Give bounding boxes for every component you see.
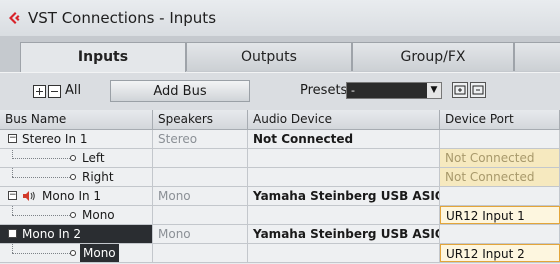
collapse-icon[interactable]: −	[8, 229, 17, 238]
speakers-cell	[153, 168, 248, 186]
table-row[interactable]: Right Not Connected	[0, 168, 560, 187]
table-row[interactable]: Mono UR12 Input 2	[0, 244, 560, 263]
speaker-icon	[23, 191, 35, 201]
remove-preset-button[interactable]	[470, 82, 486, 98]
bus-name-cell: − Stereo In 1	[0, 130, 153, 148]
channel-icon	[70, 155, 76, 161]
bus-name-cell: − Mono In 1	[0, 187, 153, 205]
column-header-speakers[interactable]: Speakers	[153, 110, 248, 129]
all-label: All	[65, 83, 82, 98]
bus-name: Mono In 2	[22, 227, 82, 241]
device-port-cell[interactable]: UR12 Input 2	[440, 244, 560, 262]
tree-connector	[12, 244, 13, 253]
tree-connector	[12, 215, 70, 216]
bus-name-cell: − Mono In 2	[0, 225, 153, 243]
speakers-cell: Mono	[153, 225, 248, 243]
column-header-bus-name[interactable]: Bus Name	[0, 110, 153, 129]
collapse-icon[interactable]: −	[8, 134, 17, 143]
column-header-audio-device[interactable]: Audio Device	[248, 110, 440, 129]
tree-connector	[12, 177, 70, 178]
cubase-logo-icon	[9, 12, 20, 24]
bus-name: Mono In 1	[42, 189, 102, 203]
device-port-cell[interactable]	[440, 187, 560, 205]
audio-device-cell	[248, 168, 440, 186]
table-header: Bus Name Speakers Audio Device Device Po…	[0, 110, 560, 130]
channel-icon	[70, 174, 76, 180]
store-preset-icon	[454, 85, 466, 95]
device-port-cell[interactable]: UR12 Input 1	[440, 206, 560, 224]
tree-connector	[12, 253, 70, 254]
table-row[interactable]: − Mono In 1 Mono Yamaha Steinberg USB AS…	[0, 187, 560, 206]
collapse-icon[interactable]: −	[8, 191, 17, 200]
toolbar: All Add Bus Presets - ▼	[0, 72, 560, 111]
table-row[interactable]: − Stereo In 1 Stereo Not Connected	[0, 130, 560, 149]
audio-device-cell[interactable]: Yamaha Steinberg USB ASIO	[248, 187, 440, 205]
bus-name-cell: Right	[0, 168, 153, 186]
device-port-cell[interactable]: Not Connected	[440, 168, 560, 186]
bus-table: Bus Name Speakers Audio Device Device Po…	[0, 110, 560, 264]
tab-inputs[interactable]: Inputs	[20, 42, 186, 72]
audio-device-cell[interactable]: Not Connected	[248, 130, 440, 148]
presets-dropdown[interactable]: - ▼	[346, 82, 442, 99]
chevron-down-icon: ▼	[427, 83, 441, 98]
audio-device-cell	[248, 206, 440, 224]
tab-more[interactable]	[514, 42, 560, 71]
audio-device-cell	[248, 149, 440, 167]
table-row[interactable]: Mono UR12 Input 1	[0, 206, 560, 225]
channel-name: Left	[82, 151, 105, 165]
bus-name-cell: Mono	[0, 206, 153, 224]
bus-name: Stereo In 1	[22, 132, 88, 146]
tab-bar: Inputs Outputs Group/FX	[0, 36, 560, 72]
store-preset-button[interactable]	[452, 82, 468, 98]
channel-name: Right	[82, 170, 114, 184]
tree-connector	[12, 206, 13, 215]
device-port-cell[interactable]	[440, 130, 560, 148]
speakers-cell: Stereo	[153, 130, 248, 148]
channel-name: Mono	[82, 208, 115, 222]
presets-value: -	[351, 84, 355, 97]
table-row[interactable]: Left Not Connected	[0, 149, 560, 168]
presets-label: Presets	[300, 83, 348, 98]
remove-preset-icon	[472, 85, 484, 95]
title-bar: VST Connections - Inputs	[0, 0, 560, 37]
tab-outputs[interactable]: Outputs	[186, 42, 352, 71]
channel-icon	[70, 250, 76, 256]
audio-device-cell[interactable]: Yamaha Steinberg USB ASIO	[248, 225, 440, 243]
speakers-cell	[153, 206, 248, 224]
tab-group-fx[interactable]: Group/FX	[352, 42, 514, 71]
expand-all-icon[interactable]	[33, 85, 46, 98]
add-bus-button[interactable]: Add Bus	[110, 80, 250, 102]
speakers-cell: Mono	[153, 187, 248, 205]
device-port-cell[interactable]: Not Connected	[440, 149, 560, 167]
tree-connector	[12, 158, 70, 159]
channel-icon	[70, 212, 76, 218]
tree-connector	[12, 168, 13, 177]
window-title: VST Connections - Inputs	[28, 9, 217, 27]
speakers-cell	[153, 244, 248, 262]
collapse-all-icon[interactable]	[48, 85, 61, 98]
audio-device-cell	[248, 244, 440, 262]
bus-name-cell: Mono	[0, 244, 153, 262]
bus-name-cell: Left	[0, 149, 153, 167]
table-row[interactable]: − Mono In 2 Mono Yamaha Steinberg USB AS…	[0, 225, 560, 244]
channel-name: Mono	[80, 244, 119, 262]
column-header-device-port[interactable]: Device Port	[440, 110, 560, 129]
device-port-cell[interactable]	[440, 225, 560, 243]
speakers-cell	[153, 149, 248, 167]
